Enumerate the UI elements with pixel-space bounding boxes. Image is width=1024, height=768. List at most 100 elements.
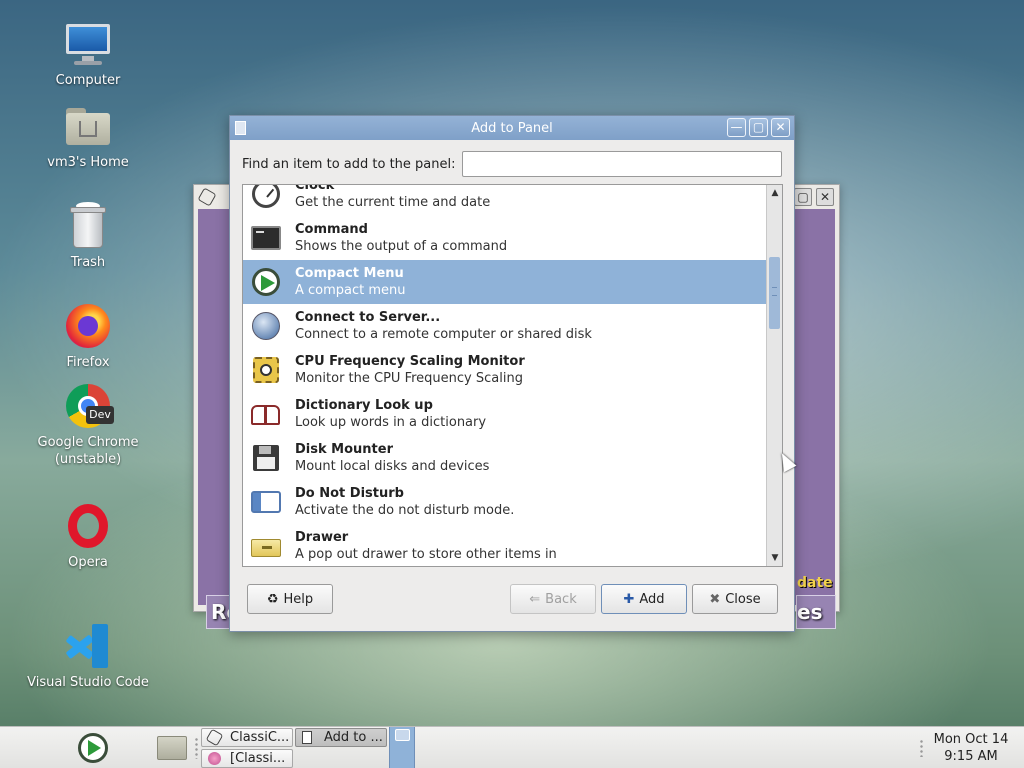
- item-name: Do Not Disturb: [295, 486, 404, 501]
- list-item[interactable]: Do Not Disturb Activate the do not distur…: [243, 480, 767, 524]
- find-row: Find an item to add to the panel:: [242, 150, 782, 178]
- desktop-icon-label: Opera: [68, 555, 108, 570]
- add-button[interactable]: ✚ Add: [601, 584, 687, 614]
- list-item[interactable]: Connect to Server... Connect to a remote …: [243, 304, 767, 348]
- add-to-panel-dialog: Add to Panel — ▢ ✕ Find an item to add t…: [229, 115, 795, 632]
- maximize-button[interactable]: ▢: [794, 188, 812, 206]
- item-desc: Get the current time and date: [295, 195, 491, 210]
- task-button[interactable]: ClassiC...: [201, 728, 293, 747]
- desktop-icon-label: Trash: [70, 255, 106, 270]
- item-name: Compact Menu: [295, 266, 404, 281]
- help-button[interactable]: ♻ Help: [247, 584, 333, 614]
- book-icon: [251, 399, 281, 429]
- globe-icon: [251, 311, 281, 341]
- item-name: Command: [295, 222, 368, 237]
- list-item[interactable]: Disk Mounter Mount local disks and device…: [243, 436, 767, 480]
- home-folder-icon: [64, 102, 112, 150]
- scrollbar-thumb[interactable]: [769, 257, 780, 329]
- close-window-button[interactable]: ✕: [771, 118, 790, 137]
- background-date-text: date: [797, 575, 833, 591]
- workspace-switcher[interactable]: [389, 727, 415, 768]
- terminal-icon: [251, 223, 281, 253]
- minimize-button[interactable]: —: [727, 118, 746, 137]
- item-name: Dictionary Look up: [295, 398, 433, 413]
- list-item[interactable]: Dictionary Look up Look up words in a dic…: [243, 392, 767, 436]
- close-icon: ✖: [709, 591, 721, 607]
- task-button[interactable]: [Classi...: [201, 749, 293, 768]
- item-list[interactable]: Clock Get the current time and date Comma…: [242, 184, 783, 567]
- find-input[interactable]: [461, 151, 782, 177]
- floppy-icon: [251, 443, 281, 473]
- cpu-icon: [251, 355, 281, 385]
- help-icon: ♻: [266, 591, 279, 607]
- back-button[interactable]: ⇐ Back: [510, 584, 596, 614]
- desktop-icon-trash[interactable]: Trash: [13, 202, 163, 271]
- dialog-titlebar[interactable]: Add to Panel — ▢ ✕: [230, 116, 794, 140]
- close-button[interactable]: ✕: [816, 188, 834, 206]
- item-desc: Connect to a remote computer or shared d…: [295, 327, 592, 342]
- list-scrollbar[interactable]: ▲ ▼: [766, 185, 782, 566]
- trash-icon: [64, 202, 112, 250]
- chrome-dev-icon: Dev: [64, 382, 114, 430]
- background-right-button[interactable]: es: [796, 595, 836, 629]
- item-name: CPU Frequency Scaling Monitor: [295, 354, 525, 369]
- item-desc: Mount local disks and devices: [295, 459, 490, 474]
- compact-menu-icon: [251, 267, 281, 297]
- back-arrow-icon: ⇐: [529, 591, 541, 607]
- item-desc: Monitor the CPU Frequency Scaling: [295, 371, 523, 386]
- item-name: Disk Mounter: [295, 442, 393, 457]
- list-item[interactable]: Drawer A pop out drawer to store other it…: [243, 524, 767, 566]
- desktop-icon-label: Google Chrome: [37, 435, 139, 450]
- list-item-selected[interactable]: Compact Menu A compact menu: [243, 260, 767, 304]
- clock-date: Mon Oct 14: [933, 732, 1009, 747]
- panel-separator: [920, 739, 923, 757]
- drawer-icon: [251, 531, 281, 561]
- desktop-icon-label: vm3's Home: [47, 155, 129, 170]
- desktop-icon-label: (unstable): [54, 452, 122, 467]
- panel-icon: [302, 731, 312, 744]
- do-not-disturb-icon: [251, 487, 281, 517]
- clock-icon: [251, 185, 281, 209]
- close-button[interactable]: ✖ Close: [692, 584, 778, 614]
- compact-menu-button[interactable]: [78, 733, 108, 763]
- item-desc: Shows the output of a command: [295, 239, 508, 254]
- sprite-icon: [208, 752, 221, 765]
- plus-icon: ✚: [623, 591, 635, 607]
- find-label: Find an item to add to the panel:: [242, 156, 456, 172]
- desktop-icon-vscode[interactable]: Visual Studio Code: [13, 622, 163, 691]
- hexagon-icon: [205, 729, 224, 746]
- list-item[interactable]: Clock Get the current time and date: [243, 184, 767, 216]
- desktop-icon-label: Firefox: [66, 355, 110, 370]
- dialog-title: Add to Panel: [471, 120, 553, 136]
- bottom-panel: ClassiC... Add to ... [Classi... Mon Oct…: [0, 726, 1024, 768]
- clock-time: 9:15 AM: [944, 749, 998, 764]
- panel-separator: [195, 737, 198, 759]
- desktop-icon-label: Visual Studio Code: [27, 675, 149, 690]
- panel-icon: [235, 121, 246, 135]
- item-desc: Look up words in a dictionary: [295, 415, 487, 430]
- desktop-icon-chrome[interactable]: Dev Google Chrome (unstable): [13, 382, 163, 468]
- task-button-active[interactable]: Add to ...: [295, 728, 387, 747]
- firefox-icon: [64, 302, 112, 350]
- item-desc: A pop out drawer to store other items in: [295, 547, 557, 562]
- desktop-icon-opera[interactable]: Opera: [13, 502, 163, 571]
- item-desc: A compact menu: [295, 283, 406, 298]
- vscode-icon: [64, 622, 112, 670]
- desktop-icon-computer[interactable]: Computer: [13, 20, 163, 89]
- list-item[interactable]: CPU Frequency Scaling Monitor Monitor the…: [243, 348, 767, 392]
- item-name: Drawer: [295, 530, 349, 545]
- desktop-icon-firefox[interactable]: Firefox: [13, 302, 163, 371]
- computer-icon: [64, 20, 112, 68]
- scroll-down-icon[interactable]: ▼: [767, 550, 782, 566]
- maximize-button[interactable]: ▢: [749, 118, 768, 137]
- show-desktop-icon[interactable]: [157, 736, 187, 760]
- scroll-up-icon[interactable]: ▲: [767, 185, 782, 201]
- list-item[interactable]: Command Shows the output of a command: [243, 216, 767, 260]
- desktop-icon-label: Computer: [55, 73, 121, 88]
- desktop-icon-home[interactable]: vm3's Home: [13, 102, 163, 171]
- hexagon-icon: [197, 187, 217, 207]
- opera-icon: [64, 502, 112, 550]
- item-desc: Activate the do not disturb mode.: [295, 503, 515, 518]
- item-name: Clock: [295, 184, 335, 193]
- panel-clock[interactable]: Mon Oct 14 9:15 AM: [926, 731, 1016, 765]
